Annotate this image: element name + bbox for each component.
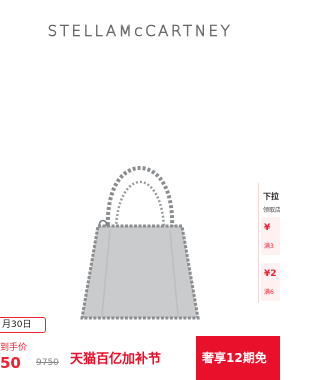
date-tag: 月30日 [0, 317, 46, 333]
current-price: 50 [0, 354, 21, 372]
installment-pill[interactable]: 奢享12期免 [196, 336, 280, 380]
coupon-card[interactable]: ¥ 满3 [261, 217, 280, 255]
coupon-panel[interactable]: 下拉 领取店 ¥ 满3 ¥2 满6 [258, 183, 280, 303]
product-image[interactable] [40, 160, 240, 330]
original-price: 9750 [36, 358, 59, 368]
price-label: 到手价 [0, 343, 28, 353]
coupon-condition: 满6 [264, 289, 274, 296]
event-banner-text: 天猫百亿加补节 [70, 352, 162, 367]
coupon-condition: 满3 [264, 243, 274, 250]
coupon-amount: ¥2 [264, 269, 277, 279]
coupon-panel-subtitle: 领取店 [263, 207, 280, 214]
price-block: 到手价 50 9750 [0, 336, 62, 380]
installment-pill-text: 奢享12期免 [202, 351, 267, 365]
coupon-panel-title: 下拉 [263, 192, 279, 201]
banner-divider [196, 346, 197, 370]
coupon-card[interactable]: ¥2 满6 [261, 263, 280, 301]
bag-illustration [80, 165, 200, 320]
event-banner[interactable]: 天猫百亿加补节 [62, 336, 196, 380]
brand-logo: STELLAMcCARTNEY [47, 22, 233, 41]
coupon-amount: ¥ [264, 223, 271, 233]
